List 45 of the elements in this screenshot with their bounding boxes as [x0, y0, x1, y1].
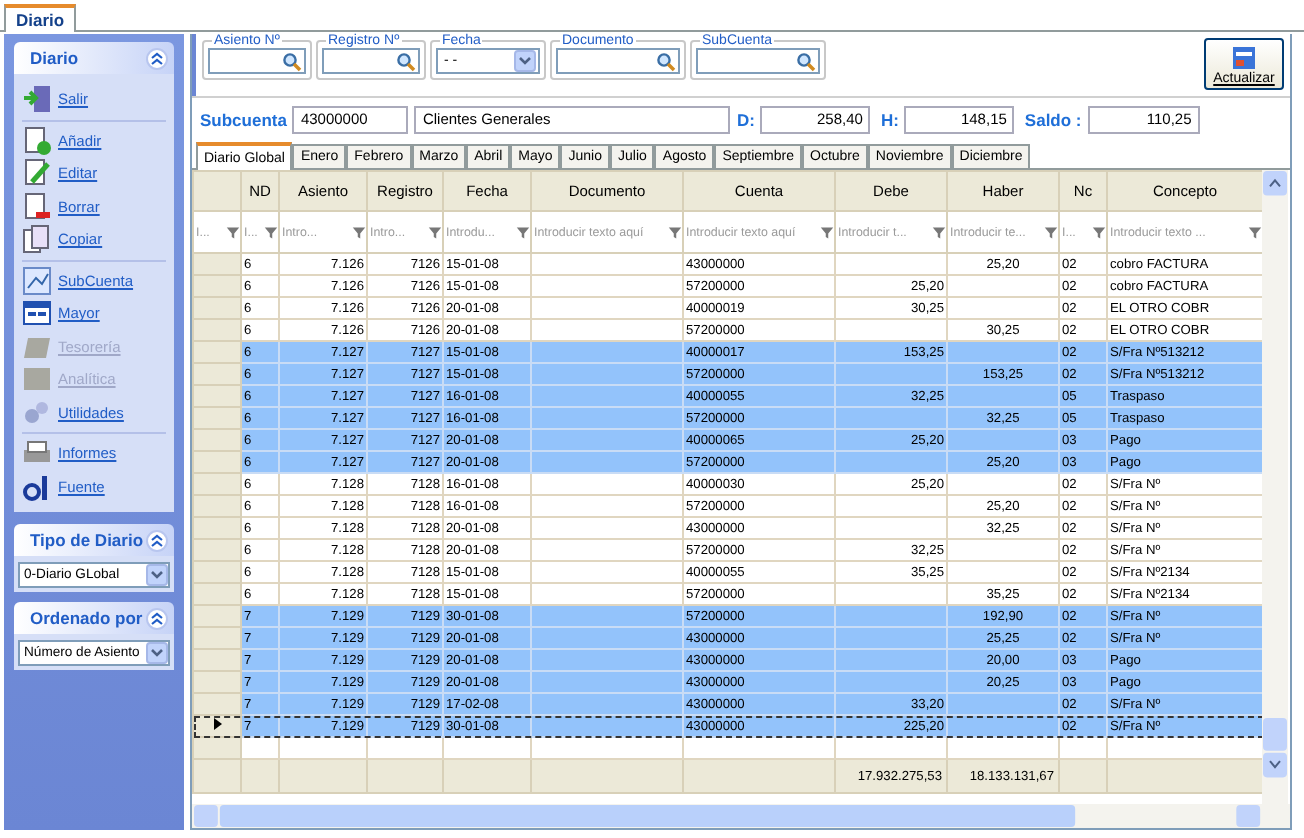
filter-icon[interactable] — [668, 225, 682, 239]
filter-icon[interactable] — [1248, 225, 1262, 239]
current-row-icon — [213, 718, 221, 730]
copy-document-icon — [22, 224, 52, 255]
panel-header[interactable]: Diario — [14, 42, 174, 74]
filter-icon[interactable] — [1044, 225, 1058, 239]
add-document-icon — [22, 125, 52, 156]
collapse-icon[interactable] — [146, 529, 168, 551]
filter-icon[interactable] — [352, 225, 366, 239]
panel-header[interactable]: Ordenado por — [14, 602, 174, 634]
filter-icon[interactable] — [264, 225, 278, 239]
search-icon[interactable] — [796, 51, 816, 71]
collapse-icon[interactable] — [146, 607, 168, 629]
search-field[interactable] — [322, 48, 420, 74]
collapse-icon[interactable] — [146, 47, 168, 69]
search-icon[interactable] — [656, 51, 676, 71]
panel-title: Diario — [30, 48, 79, 68]
balance-label: Saldo : — [1024, 109, 1082, 129]
search-field[interactable] — [696, 48, 820, 74]
filter-icon[interactable] — [428, 225, 442, 239]
search-field[interactable] — [556, 48, 680, 74]
exit-door-icon — [22, 84, 52, 115]
panel-header[interactable]: Tipo de Diario — [14, 524, 174, 556]
refresh-icon — [1232, 46, 1256, 70]
debit-label: D: — [736, 109, 755, 129]
panel-title: Ordenado por — [30, 608, 143, 628]
credit-label: H: — [880, 109, 899, 129]
panel-title: Tipo de Diario — [30, 530, 144, 550]
chart-sheet-icon — [22, 265, 52, 296]
filter-icon[interactable] — [820, 225, 834, 239]
delete-document-icon — [22, 191, 52, 222]
ledger-icon — [22, 298, 52, 329]
vertical-scrollbar[interactable] — [1262, 170, 1288, 804]
filter-icon[interactable] — [1092, 225, 1106, 239]
filter-icon[interactable] — [226, 225, 240, 239]
search-icon[interactable] — [396, 51, 416, 71]
subcuenta-label: Subcuenta — [200, 109, 287, 129]
filter-icon[interactable] — [516, 225, 530, 239]
font-icon — [22, 471, 52, 502]
horizontal-scrollbar[interactable] — [192, 804, 1290, 828]
filter-icon[interactable] — [932, 225, 946, 239]
window-tab[interactable]: Diario — [4, 4, 77, 32]
pencil-document-icon — [22, 158, 52, 189]
search-icon[interactable] — [282, 51, 302, 71]
search-field[interactable] — [208, 48, 306, 74]
